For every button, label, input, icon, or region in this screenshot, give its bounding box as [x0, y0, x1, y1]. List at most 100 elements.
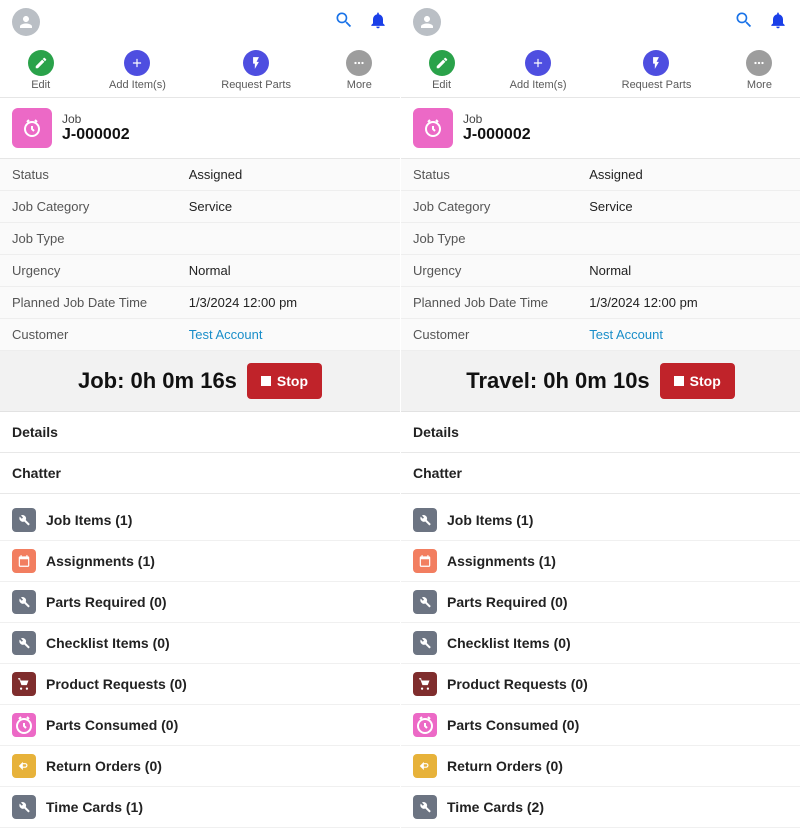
- related-label: Parts Consumed (0): [447, 717, 579, 733]
- action-label: Edit: [31, 79, 50, 91]
- field-label: Planned Job Date Time: [413, 295, 589, 310]
- clock-icon: [12, 713, 36, 737]
- field-label: Urgency: [12, 263, 189, 278]
- field-value: 1/3/2024 12:00 pm: [189, 295, 297, 310]
- action-bolt[interactable]: Request Parts: [622, 50, 692, 91]
- field-value: Service: [589, 199, 632, 214]
- stop-icon: [261, 376, 271, 386]
- related-row[interactable]: Time Cards (2): [401, 787, 800, 828]
- field-value[interactable]: Test Account: [189, 327, 263, 342]
- related-label: Assignments (1): [46, 553, 155, 569]
- wrench-icon: [413, 590, 437, 614]
- clock-icon: [413, 108, 453, 148]
- job-tag: Job: [62, 112, 130, 126]
- avatar[interactable]: [413, 8, 441, 36]
- job-header: JobJ-000002: [0, 98, 400, 158]
- field-row: Job Type: [0, 223, 400, 255]
- calendar-icon: [12, 549, 36, 573]
- bolt-icon: [243, 50, 269, 76]
- action-plus[interactable]: Add Item(s): [510, 50, 567, 91]
- related-row[interactable]: Product Requests (0): [401, 664, 800, 705]
- fields: StatusAssignedJob CategoryServiceJob Typ…: [0, 158, 400, 351]
- related-label: Job Items (1): [46, 512, 132, 528]
- related-row[interactable]: Checklist Items (0): [401, 623, 800, 664]
- related-row[interactable]: Product Requests (0): [0, 664, 400, 705]
- timer-bar: Job: 0h 0m 16sStop: [0, 351, 400, 412]
- action-more[interactable]: More: [346, 50, 372, 91]
- related-row[interactable]: Parts Required (0): [0, 582, 400, 623]
- field-value: Normal: [589, 263, 631, 278]
- action-more[interactable]: More: [746, 50, 772, 91]
- avatar[interactable]: [12, 8, 40, 36]
- job-id: J-000002: [62, 126, 130, 144]
- related-row[interactable]: Assignments (1): [0, 541, 400, 582]
- field-row: UrgencyNormal: [401, 255, 800, 287]
- search-icon[interactable]: [734, 10, 754, 35]
- related-row[interactable]: Return Orders (0): [401, 746, 800, 787]
- clock-icon: [413, 713, 437, 737]
- bell-icon[interactable]: [368, 10, 388, 35]
- related-label: Return Orders (0): [46, 758, 162, 774]
- related-label: Product Requests (0): [46, 676, 187, 692]
- wrench-icon: [12, 590, 36, 614]
- more-icon: [746, 50, 772, 76]
- fields: StatusAssignedJob CategoryServiceJob Typ…: [401, 158, 800, 351]
- pane-right: Edit Add Item(s) Request Parts More JobJ-000…: [400, 0, 800, 800]
- related-row[interactable]: Parts Required (0): [401, 582, 800, 623]
- stop-button[interactable]: Stop: [660, 363, 735, 399]
- field-value: Assigned: [189, 167, 242, 182]
- field-value: 1/3/2024 12:00 pm: [589, 295, 697, 310]
- field-label: Status: [12, 167, 189, 182]
- field-value[interactable]: Test Account: [589, 327, 663, 342]
- field-label: Job Type: [12, 231, 189, 246]
- timer-text: Travel: 0h 0m 10s: [466, 368, 649, 394]
- stop-button[interactable]: Stop: [247, 363, 322, 399]
- wrench-icon: [12, 795, 36, 819]
- plus-icon: [525, 50, 551, 76]
- return-icon: [413, 754, 437, 778]
- field-row: StatusAssigned: [0, 159, 400, 191]
- wrench-icon: [413, 508, 437, 532]
- related-row[interactable]: Checklist Items (0): [0, 623, 400, 664]
- related-row[interactable]: Return Orders (0): [0, 746, 400, 787]
- action-bolt[interactable]: Request Parts: [221, 50, 291, 91]
- stop-label: Stop: [277, 373, 308, 389]
- wrench-icon: [413, 631, 437, 655]
- clock-icon: [12, 108, 52, 148]
- action-label: More: [747, 79, 772, 91]
- action-edit[interactable]: Edit: [28, 50, 54, 91]
- bell-icon[interactable]: [768, 10, 788, 35]
- field-row: CustomerTest Account: [401, 319, 800, 351]
- field-label: Job Type: [413, 231, 589, 246]
- action-plus[interactable]: Add Item(s): [109, 50, 166, 91]
- field-value: Normal: [189, 263, 231, 278]
- wrench-icon: [413, 795, 437, 819]
- field-label: Planned Job Date Time: [12, 295, 189, 310]
- field-label: Job Category: [12, 199, 189, 214]
- related-row[interactable]: Job Items (1): [0, 500, 400, 541]
- related-label: Product Requests (0): [447, 676, 588, 692]
- related-row[interactable]: Parts Consumed (0): [401, 705, 800, 746]
- section-details[interactable]: Details: [401, 412, 800, 453]
- field-value: Assigned: [589, 167, 642, 182]
- related-label: Parts Required (0): [46, 594, 167, 610]
- field-row: Planned Job Date Time1/3/2024 12:00 pm: [0, 287, 400, 319]
- section-chatter[interactable]: Chatter: [401, 453, 800, 494]
- related-label: Job Items (1): [447, 512, 533, 528]
- job-header: JobJ-000002: [401, 98, 800, 158]
- action-label: Request Parts: [221, 79, 291, 91]
- related-row[interactable]: Assignments (1): [401, 541, 800, 582]
- related-row[interactable]: Job Items (1): [401, 500, 800, 541]
- related-row[interactable]: Parts Consumed (0): [0, 705, 400, 746]
- section-chatter[interactable]: Chatter: [0, 453, 400, 494]
- cart-icon: [12, 672, 36, 696]
- related-row[interactable]: Time Cards (1): [0, 787, 400, 828]
- timer-bar: Travel: 0h 0m 10s Stop: [401, 351, 800, 412]
- actions-row: Edit Add Item(s) Request Parts More: [401, 48, 800, 98]
- field-row: Job Type: [401, 223, 800, 255]
- actions-row: Edit Add Item(s) Request Parts More: [0, 48, 400, 98]
- search-icon[interactable]: [334, 10, 354, 35]
- action-edit[interactable]: Edit: [429, 50, 455, 91]
- section-details[interactable]: Details: [0, 412, 400, 453]
- related-label: Checklist Items (0): [447, 635, 571, 651]
